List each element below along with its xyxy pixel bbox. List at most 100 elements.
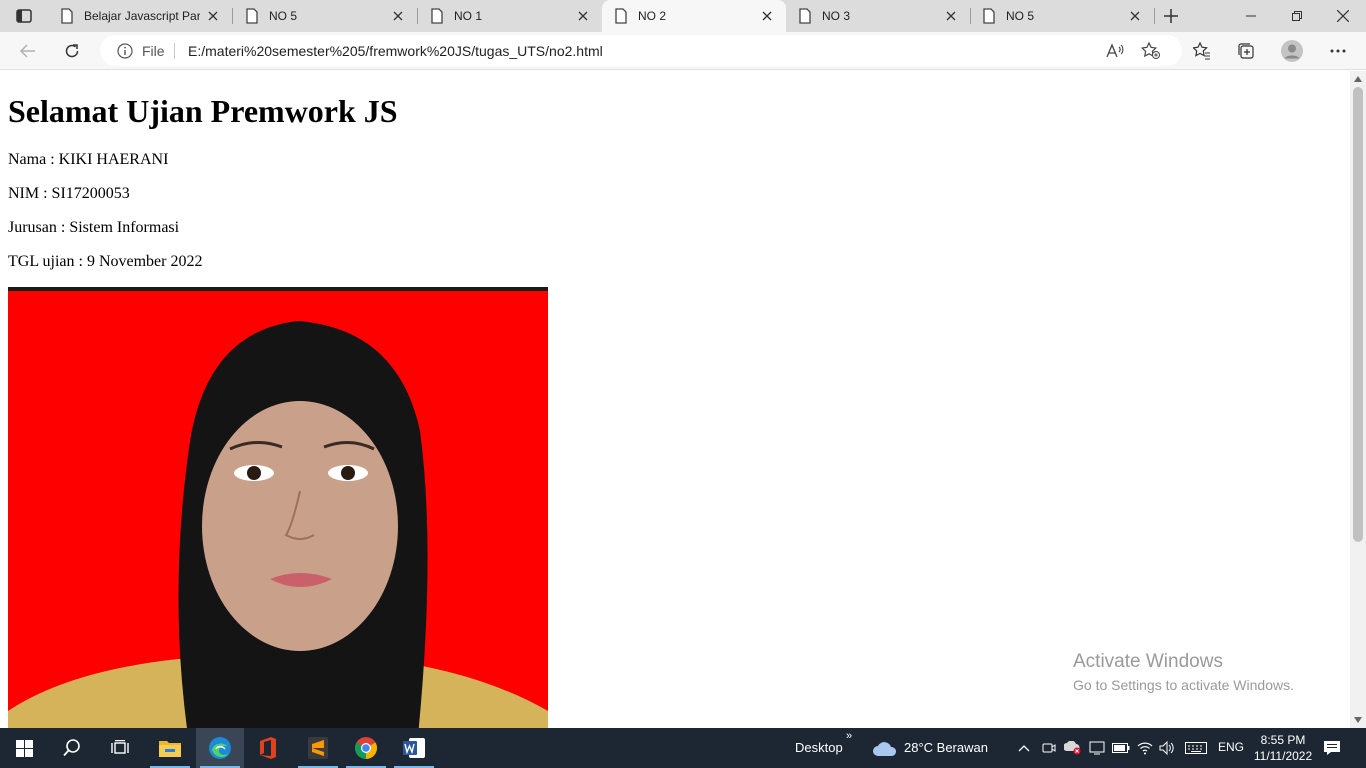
read-aloud-icon (1106, 43, 1124, 58)
restore-button[interactable] (1274, 0, 1320, 32)
tab-title: NO 3 (822, 9, 851, 23)
keyboard-icon[interactable] (1184, 738, 1208, 758)
tab-title: NO 5 (1006, 9, 1035, 23)
watermark-title: Activate Windows (1073, 651, 1223, 672)
word-icon (403, 738, 425, 758)
display-icon[interactable] (1087, 738, 1107, 758)
chevron-up-icon[interactable] (1014, 738, 1034, 758)
add-favorite-button[interactable] (1139, 39, 1163, 63)
page-icon (246, 8, 258, 24)
tab-0[interactable]: Belajar Javascript Part (48, 0, 233, 32)
favorites-icon (1193, 42, 1210, 60)
file-explorer-icon (159, 741, 181, 757)
collections-icon (1238, 43, 1254, 59)
read-aloud-button[interactable] (1103, 39, 1127, 63)
watermark-subtitle: Go to Settings to activate Windows. (1073, 677, 1294, 693)
url-text[interactable]: E:/materi%20semester%205/fremwork%20JS/t… (188, 43, 603, 59)
avatar-icon (1281, 40, 1303, 62)
nama-text: Nama : KIKI HAERANI (8, 151, 169, 168)
portrait-illustration (8, 321, 548, 728)
profile-button[interactable] (1278, 37, 1306, 65)
task-view-icon (111, 740, 129, 754)
edge-icon (209, 737, 231, 759)
jurusan-text: Jurusan : Sistem Informasi (8, 219, 180, 236)
tab-actions-button[interactable] (6, 4, 42, 28)
tab-4[interactable]: NO 3 (786, 0, 971, 32)
tab-strip: Belajar Javascript Part NO 5 NO 1 NO 2 N… (0, 0, 1366, 32)
new-tab-button[interactable] (1160, 5, 1182, 27)
settings-menu-button[interactable] (1324, 37, 1352, 65)
word-button[interactable] (390, 728, 438, 768)
page-icon (61, 8, 73, 24)
close-tab-icon[interactable] (1128, 9, 1142, 23)
close-tab-icon[interactable] (944, 9, 958, 23)
chrome-button[interactable] (342, 728, 390, 768)
start-icon (15, 739, 33, 757)
network-error-icon[interactable] (1063, 738, 1083, 758)
plus-icon (1164, 9, 1178, 23)
tab-3-active[interactable]: NO 2 (602, 0, 786, 32)
search-button[interactable] (48, 728, 96, 768)
volume-icon[interactable] (1157, 738, 1177, 758)
address-divider (174, 43, 175, 59)
start-button[interactable] (0, 728, 48, 768)
tab-separator (1154, 8, 1155, 24)
notification-icon[interactable] (1322, 738, 1342, 758)
close-tab-icon[interactable] (391, 9, 405, 23)
back-arrow-icon (20, 44, 35, 58)
page-heading: Selamat Ujian Premwork JS (8, 93, 398, 129)
vertical-scrollbar[interactable] (1350, 71, 1366, 728)
page-icon (615, 8, 627, 24)
page-icon (983, 8, 995, 24)
tab-5[interactable]: NO 5 (970, 0, 1155, 32)
page-viewport: Selamat Ujian Premwork JS Nama : KIKI HA… (0, 71, 1350, 728)
refresh-button[interactable] (58, 37, 86, 65)
back-button[interactable] (14, 37, 42, 65)
sublime-text-button[interactable] (294, 728, 342, 768)
browser-toolbar: File E:/materi%20semester%205/fremwork%2… (0, 32, 1366, 70)
tab-title: Belajar Javascript Part (84, 9, 200, 23)
close-tab-icon[interactable] (760, 9, 774, 23)
favorites-button[interactable] (1188, 37, 1216, 65)
tab-title: NO 1 (454, 9, 483, 23)
windows-taskbar: Desktop » 28°C Berawan ENG 8:55 PM 11/11… (0, 728, 1366, 768)
tab-title: NO 2 (638, 9, 667, 23)
weather-cloud-icon[interactable] (872, 738, 898, 758)
battery-icon[interactable] (1111, 738, 1131, 758)
language-indicator[interactable]: ENG (1218, 740, 1244, 754)
minimize-button[interactable] (1228, 0, 1274, 32)
close-tab-icon[interactable] (576, 9, 590, 23)
task-view-button[interactable] (96, 728, 144, 768)
scroll-down-arrow-icon (1354, 717, 1362, 723)
site-scheme-label: File (142, 43, 165, 59)
file-explorer-button[interactable] (146, 728, 194, 768)
tab-2[interactable]: NO 1 (418, 0, 602, 32)
collections-button[interactable] (1232, 37, 1260, 65)
edge-button[interactable] (196, 728, 244, 768)
refresh-icon (65, 44, 79, 58)
address-bar[interactable]: File E:/materi%20semester%205/fremwork%2… (100, 35, 1182, 66)
scroll-up-arrow-icon (1354, 76, 1362, 82)
chrome-icon (355, 737, 377, 759)
weather-text[interactable]: 28°C Berawan (904, 740, 988, 755)
office-icon (260, 737, 276, 759)
wifi-icon[interactable] (1135, 738, 1155, 758)
desktop-toolbar-label[interactable]: Desktop (795, 740, 843, 755)
close-tab-icon[interactable] (206, 9, 220, 23)
chevron-right-icon[interactable]: » (846, 730, 852, 742)
activate-windows-watermark: Activate Windows Go to Settings to activ… (1073, 651, 1294, 693)
meet-now-icon[interactable] (1039, 738, 1059, 758)
office-button[interactable] (244, 728, 292, 768)
tab-actions-icon (16, 9, 32, 23)
scroll-thumb[interactable] (1353, 87, 1363, 542)
clock[interactable]: 8:55 PM 11/11/2022 (1246, 732, 1320, 764)
scroll-up-button[interactable] (1350, 71, 1366, 87)
student-photo (8, 287, 548, 728)
tab-1[interactable]: NO 5 (233, 0, 418, 32)
search-icon (63, 739, 80, 757)
info-icon[interactable] (117, 43, 133, 59)
close-icon (1337, 10, 1349, 22)
close-window-button[interactable] (1320, 0, 1366, 32)
scroll-down-button[interactable] (1350, 712, 1366, 728)
star-plus-icon (1141, 42, 1160, 59)
